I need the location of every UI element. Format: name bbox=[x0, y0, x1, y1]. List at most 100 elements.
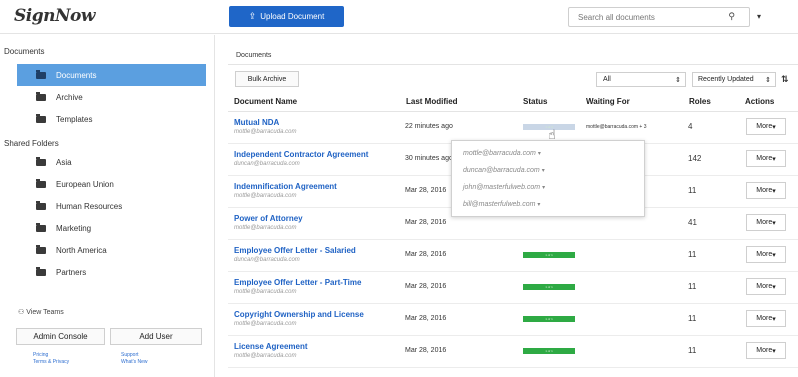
document-name-link[interactable]: License Agreement bbox=[234, 342, 308, 351]
people-icon: ⚇ bbox=[18, 309, 25, 316]
signnow-logo[interactable]: SignNow bbox=[14, 6, 96, 26]
filter-select[interactable]: All ⇕ bbox=[596, 72, 686, 87]
roles-count: 11 bbox=[688, 282, 697, 291]
terms-privacy-link[interactable]: Terms & Privacy bbox=[33, 359, 69, 365]
more-actions-label: More bbox=[756, 123, 773, 130]
roles-count: 11 bbox=[688, 314, 697, 323]
folder-icon bbox=[36, 69, 46, 79]
more-actions-button[interactable]: More ▾ bbox=[746, 278, 786, 295]
last-modified: 30 minutes ago bbox=[405, 155, 453, 162]
more-actions-label: More bbox=[756, 315, 773, 322]
filter-select-value: All bbox=[603, 76, 611, 83]
sidebar-item-documents[interactable]: Documents bbox=[17, 64, 206, 86]
view-teams-link[interactable]: ⚇ View Teams bbox=[18, 308, 64, 316]
sidebar-item-label: Human Resources bbox=[56, 201, 123, 211]
search-box[interactable]: ⚲ bbox=[568, 7, 750, 27]
column-header-status[interactable]: Status bbox=[523, 97, 547, 106]
document-owner: mottle@barracuda.com bbox=[234, 225, 297, 231]
column-header-roles[interactable]: Roles bbox=[689, 97, 711, 106]
last-modified: Mar 28, 2016 bbox=[405, 251, 447, 258]
folder-icon bbox=[36, 266, 46, 276]
column-header-last-modified[interactable]: Last Modified bbox=[406, 97, 458, 106]
more-actions-button[interactable]: More ▾ bbox=[746, 214, 786, 231]
search-input[interactable] bbox=[578, 12, 718, 22]
support-link[interactable]: Support bbox=[121, 352, 139, 358]
sidebar-item-partners[interactable]: Partners bbox=[17, 261, 206, 283]
sort-select[interactable]: Recently Updated ⇕ bbox=[692, 72, 776, 87]
table-row[interactable]: Copyright Ownership and License mottle@ba… bbox=[228, 304, 798, 336]
sidebar-item-asia[interactable]: Asia bbox=[17, 151, 206, 173]
last-modified: Mar 28, 2016 bbox=[405, 283, 447, 290]
chevron-down-icon: ▾ bbox=[537, 202, 541, 208]
sort-select-value: Recently Updated bbox=[698, 76, 754, 83]
sidebar-item-templates[interactable]: Templates bbox=[17, 108, 206, 130]
waiting-for-popover: mottle@barracuda.com ▾ duncan@barracuda.… bbox=[451, 140, 645, 217]
admin-console-button[interactable]: Admin Console bbox=[16, 328, 105, 345]
sidebar-item-label: Partners bbox=[56, 267, 87, 277]
sidebar-item-archive[interactable]: Archive bbox=[17, 86, 206, 108]
bulk-archive-button[interactable]: Bulk Archive bbox=[235, 71, 299, 87]
popover-item[interactable]: john@masterfulweb.com ▾ bbox=[463, 184, 545, 191]
document-name-link[interactable]: Employee Offer Letter - Salaried bbox=[234, 246, 356, 255]
document-name-link[interactable]: Power of Attorney bbox=[234, 214, 303, 223]
select-arrows-icon: ⇕ bbox=[675, 76, 681, 84]
sidebar-item-human-resources[interactable]: Human Resources bbox=[17, 195, 206, 217]
add-user-button[interactable]: Add User bbox=[110, 328, 202, 345]
hand-cursor-icon: ☝ bbox=[548, 127, 556, 142]
popover-item[interactable]: bill@masterfulweb.com ▾ bbox=[463, 201, 540, 208]
breadcrumb[interactable]: Documents bbox=[236, 52, 271, 59]
sidebar-documents-heading: Documents bbox=[4, 47, 45, 56]
document-owner: mottle@barracuda.com bbox=[234, 129, 297, 135]
roles-count: 41 bbox=[688, 218, 697, 227]
document-name-link[interactable]: Indemnification Agreement bbox=[234, 182, 337, 191]
sort-icon[interactable]: ⇅ bbox=[781, 74, 789, 85]
last-modified: Mar 28, 2016 bbox=[405, 187, 447, 194]
sidebar-item-european-union[interactable]: European Union bbox=[17, 173, 206, 195]
document-owner: mottle@barracuda.com bbox=[234, 193, 297, 199]
last-modified: 22 minutes ago bbox=[405, 123, 453, 130]
search-icon[interactable]: ⚲ bbox=[728, 11, 735, 22]
table-row[interactable]: Employee Offer Letter - Part-Time mottle@… bbox=[228, 272, 798, 304]
status-bar[interactable]: 1 of 1 bbox=[523, 252, 575, 258]
more-actions-button[interactable]: More ▾ bbox=[746, 246, 786, 263]
more-actions-button[interactable]: More ▾ bbox=[746, 118, 786, 135]
document-name-link[interactable]: Copyright Ownership and License bbox=[234, 310, 364, 319]
view-teams-label: View Teams bbox=[26, 309, 64, 316]
folder-icon bbox=[36, 244, 46, 254]
status-bar[interactable]: 1 of 1 bbox=[523, 284, 575, 290]
upload-icon: ⇪ bbox=[248, 11, 257, 21]
more-actions-button[interactable]: More ▾ bbox=[746, 310, 786, 327]
more-actions-label: More bbox=[756, 155, 773, 162]
chevron-down-icon: ▾ bbox=[537, 151, 541, 157]
document-owner: duncan@barracuda.com bbox=[234, 257, 300, 263]
upload-document-label: Upload Document bbox=[260, 12, 325, 21]
more-actions-label: More bbox=[756, 219, 773, 226]
more-actions-button[interactable]: More ▾ bbox=[746, 150, 786, 167]
popover-item[interactable]: duncan@barracuda.com ▾ bbox=[463, 167, 545, 174]
table-row[interactable]: License Agreement mottle@barracuda.com Mar… bbox=[228, 336, 798, 368]
upload-document-button[interactable]: ⇪ Upload Document bbox=[229, 6, 344, 27]
chevron-down-icon: ▾ bbox=[772, 283, 776, 291]
document-name-link[interactable]: Employee Offer Letter - Part-Time bbox=[234, 278, 361, 287]
last-modified: Mar 28, 2016 bbox=[405, 347, 447, 354]
chevron-down-icon: ▾ bbox=[772, 251, 776, 259]
more-actions-label: More bbox=[756, 347, 773, 354]
document-name-link[interactable]: Independent Contractor Agreement bbox=[234, 150, 368, 159]
sidebar-item-marketing[interactable]: Marketing bbox=[17, 217, 206, 239]
column-header-waiting-for[interactable]: Waiting For bbox=[586, 97, 630, 106]
waiting-for[interactable]: mottle@barracuda.com + 3 bbox=[586, 124, 647, 130]
whats-new-link[interactable]: What's New bbox=[121, 359, 148, 365]
sidebar: Documents Documents Archive Templates Sh… bbox=[0, 35, 215, 377]
column-header-document-name[interactable]: Document Name bbox=[234, 97, 297, 106]
document-name-link[interactable]: Mutual NDA bbox=[234, 118, 279, 127]
popover-item[interactable]: mottle@barracuda.com ▾ bbox=[463, 150, 541, 157]
pricing-link[interactable]: Pricing bbox=[33, 352, 48, 358]
column-header-actions: Actions bbox=[745, 97, 775, 106]
more-actions-button[interactable]: More ▾ bbox=[746, 342, 786, 359]
status-bar[interactable]: 1 of 1 bbox=[523, 316, 575, 322]
status-bar[interactable]: 1 of 1 bbox=[523, 348, 575, 354]
table-row[interactable]: Employee Offer Letter - Salaried duncan@b… bbox=[228, 240, 798, 272]
more-actions-button[interactable]: More ▾ bbox=[746, 182, 786, 199]
chevron-down-icon[interactable]: ▾ bbox=[757, 12, 761, 21]
sidebar-item-north-america[interactable]: North America bbox=[17, 239, 206, 261]
